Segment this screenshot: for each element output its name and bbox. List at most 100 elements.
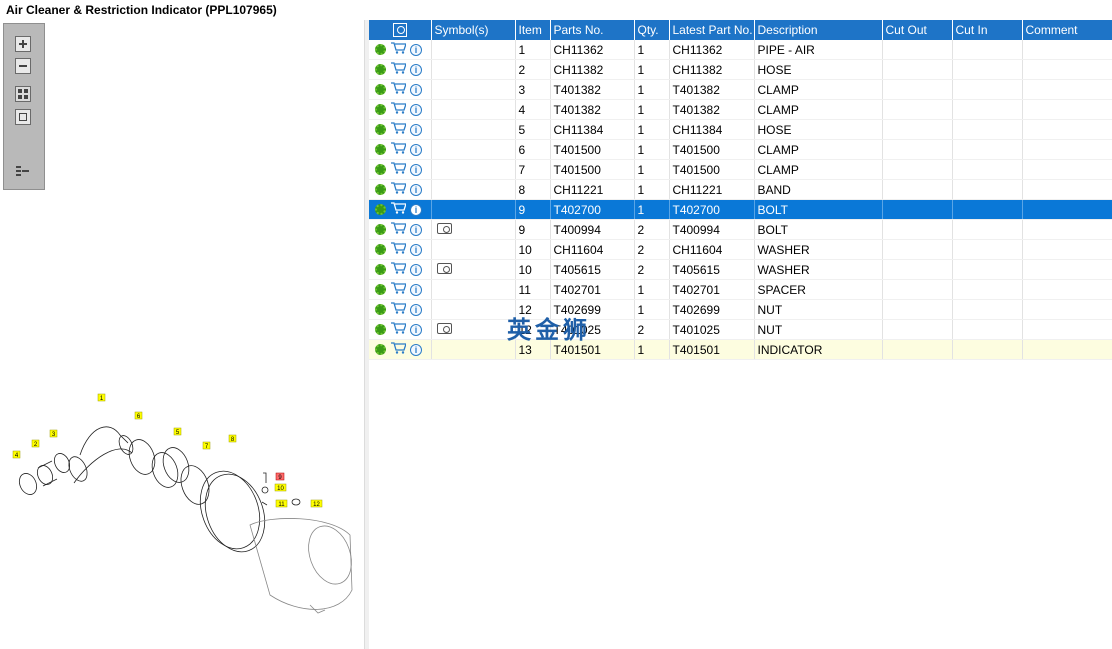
gear-icon[interactable] — [375, 104, 386, 116]
info-icon[interactable]: i — [410, 123, 422, 136]
info-icon[interactable]: i — [410, 243, 422, 256]
info-icon[interactable]: i — [410, 303, 422, 316]
cart-icon[interactable] — [390, 202, 407, 217]
actual-size-icon[interactable] — [15, 109, 31, 125]
fit-grid-icon[interactable] — [15, 86, 31, 102]
gear-icon[interactable] — [375, 184, 386, 196]
cart-icon[interactable] — [390, 102, 407, 117]
cart-icon[interactable] — [390, 302, 407, 317]
column-header-description[interactable]: Description — [754, 20, 883, 40]
zoom-out-icon[interactable] — [15, 58, 31, 74]
callout[interactable]: 10 — [274, 483, 287, 492]
callout[interactable]: 7 — [202, 441, 211, 450]
column-header-parts-no[interactable]: Parts No. — [550, 20, 635, 40]
reference-book-icon[interactable] — [436, 222, 452, 234]
cart-icon[interactable] — [390, 262, 407, 277]
callout[interactable]: 2 — [31, 439, 40, 448]
gear-icon[interactable] — [375, 64, 386, 76]
cart-icon[interactable] — [390, 162, 407, 177]
gear-icon[interactable] — [375, 124, 386, 136]
cart-icon[interactable] — [390, 42, 407, 57]
table-row[interactable]: i 1 CH11362 1 CH11362 PIPE - AIR — [369, 40, 1112, 60]
callout[interactable]: 12 — [310, 499, 323, 508]
cart-icon[interactable] — [390, 342, 407, 357]
info-icon[interactable]: i — [410, 343, 422, 356]
gear-icon[interactable] — [375, 204, 386, 216]
table-row[interactable]: i 12 T402699 1 T402699 NUT — [369, 299, 1112, 320]
export-icon[interactable] — [15, 164, 31, 180]
callout[interactable]: 11 — [275, 499, 288, 508]
column-header-qty[interactable]: Qty. — [634, 20, 670, 40]
gear-icon[interactable] — [375, 84, 386, 96]
table-row[interactable]: i 4 T401382 1 T401382 CLAMP — [369, 99, 1112, 120]
table-row[interactable]: i 2 CH11382 1 CH11382 HOSE — [369, 59, 1112, 80]
column-header-item[interactable]: Item — [515, 20, 551, 40]
callout[interactable]: 6 — [134, 411, 143, 420]
info-icon[interactable]: i — [410, 63, 422, 76]
cart-icon[interactable] — [390, 122, 407, 137]
zoom-in-icon[interactable] — [15, 36, 31, 52]
info-icon[interactable]: i — [410, 83, 422, 96]
callout[interactable]: 8 — [228, 434, 237, 443]
column-header-cut-in[interactable]: Cut In — [952, 20, 1023, 40]
cart-icon[interactable] — [390, 182, 407, 197]
gear-icon[interactable] — [375, 284, 386, 296]
column-header-actions[interactable] — [369, 20, 432, 40]
table-row[interactable]: i 8 CH11221 1 CH11221 BAND — [369, 179, 1112, 200]
info-icon[interactable]: i — [410, 323, 422, 336]
info-icon[interactable]: i — [410, 223, 422, 236]
table-row[interactable]: i 11 T402701 1 T402701 SPACER — [369, 279, 1112, 300]
cell-comment — [1022, 279, 1112, 300]
row-actions: i — [369, 259, 432, 280]
gear-icon[interactable] — [375, 164, 386, 176]
cart-icon[interactable] — [390, 62, 407, 77]
column-header-cut-out[interactable]: Cut Out — [882, 20, 953, 40]
table-row[interactable]: i 10 CH11604 2 CH11604 WASHER — [369, 239, 1112, 260]
cart-icon[interactable] — [390, 242, 407, 257]
gear-icon[interactable] — [375, 224, 386, 236]
gear-icon[interactable] — [375, 344, 386, 356]
callout[interactable]: 1 — [97, 393, 106, 402]
reference-book-icon[interactable] — [436, 262, 452, 274]
table-row[interactable]: i 5 CH11384 1 CH11384 HOSE — [369, 119, 1112, 140]
info-icon[interactable]: i — [410, 263, 422, 276]
callout[interactable]: 9 — [275, 472, 285, 481]
column-header-symbols[interactable]: Symbol(s) — [431, 20, 516, 40]
info-icon[interactable]: i — [410, 283, 422, 296]
info-icon[interactable]: i — [410, 183, 422, 196]
table-row[interactable]: i 6 T401500 1 T401500 CLAMP — [369, 139, 1112, 160]
info-icon[interactable]: i — [410, 43, 422, 56]
gear-icon[interactable] — [375, 244, 386, 256]
gear-icon[interactable] — [375, 144, 386, 156]
cart-icon[interactable] — [390, 222, 407, 237]
callout[interactable]: 5 — [173, 427, 182, 436]
table-row[interactable]: i 10 T405615 2 T405615 WASHER — [369, 259, 1112, 280]
table-row[interactable]: i 9 T400994 2 T400994 BOLT — [369, 219, 1112, 240]
table-row[interactable]: i 12 T401025 2 T401025 NUT — [369, 319, 1112, 340]
parts-diagram[interactable]: 1 2 3 4 5 6 7 8 9 10 11 12 — [0, 365, 364, 635]
gear-icon[interactable] — [375, 44, 386, 56]
cart-icon[interactable] — [390, 322, 407, 337]
callout[interactable]: 4 — [12, 450, 21, 459]
table-row[interactable]: i 13 T401501 1 T401501 INDICATOR — [369, 339, 1112, 360]
gear-icon[interactable] — [375, 264, 386, 276]
reference-book-icon[interactable] — [436, 322, 452, 334]
info-icon[interactable]: i — [410, 203, 422, 216]
diagram-pane[interactable]: 1 2 3 4 5 6 7 8 9 10 11 12 — [0, 20, 364, 649]
cart-icon[interactable] — [390, 142, 407, 157]
info-icon[interactable]: i — [410, 163, 422, 176]
column-header-latest-part-no[interactable]: Latest Part No. — [669, 20, 755, 40]
gear-icon[interactable] — [375, 324, 386, 336]
callout[interactable]: 3 — [49, 429, 58, 438]
cart-icon[interactable] — [390, 282, 407, 297]
table-row[interactable]: i 9 T402700 1 T402700 BOLT — [369, 199, 1112, 220]
cart-icon[interactable] — [390, 82, 407, 97]
table-row[interactable]: i 3 T401382 1 T401382 CLAMP — [369, 79, 1112, 100]
table-row[interactable]: i 7 T401500 1 T401500 CLAMP — [369, 159, 1112, 180]
search-icon[interactable] — [392, 23, 407, 38]
row-actions: i — [369, 179, 432, 200]
gear-icon[interactable] — [375, 304, 386, 316]
column-header-comment[interactable]: Comment — [1022, 20, 1112, 40]
info-icon[interactable]: i — [410, 103, 422, 116]
info-icon[interactable]: i — [410, 143, 422, 156]
